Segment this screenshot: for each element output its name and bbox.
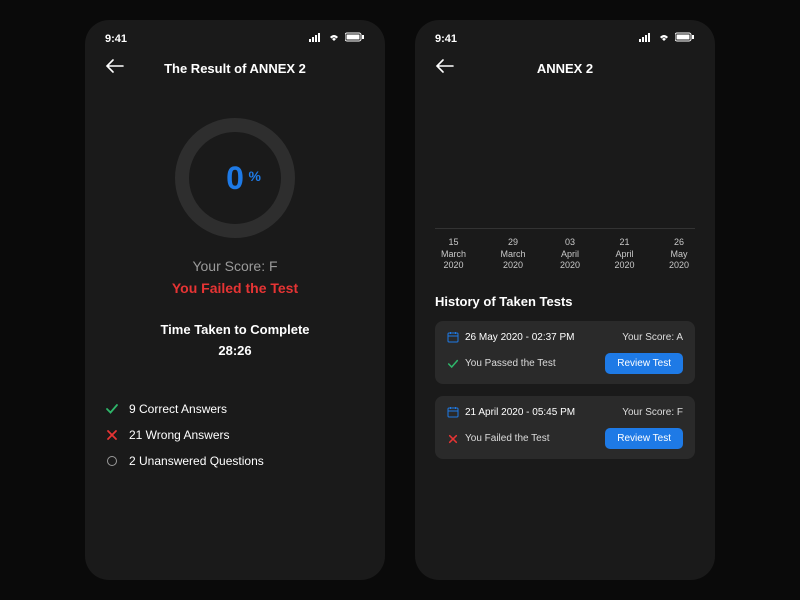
header: The Result of ANNEX 2	[85, 49, 385, 88]
wifi-icon	[657, 32, 671, 45]
check-icon	[447, 358, 459, 370]
history-title: History of Taken Tests	[435, 294, 695, 309]
history-card: 26 May 2020 - 02:37 PM Your Score: A You…	[435, 321, 695, 384]
history-status: You Passed the Test	[447, 358, 556, 370]
history-score: Your Score: A	[622, 332, 683, 343]
header: ANNEX 2	[415, 49, 715, 88]
time-value: 28:26	[105, 341, 365, 362]
review-test-button[interactable]: Review Test	[605, 353, 683, 374]
axis-tick: 15 March 2020	[441, 237, 466, 272]
calendar-icon	[447, 331, 459, 343]
page-title: ANNEX 2	[435, 61, 695, 76]
page-title: The Result of ANNEX 2	[105, 61, 365, 76]
signal-icon	[639, 32, 653, 45]
status-time: 9:41	[105, 33, 127, 45]
result-screen: 9:41 The Result of ANNEX 2 0 % You	[85, 20, 385, 580]
calendar-icon	[447, 406, 459, 418]
gauge-percent-label: %	[249, 168, 261, 184]
wifi-icon	[327, 32, 341, 45]
gauge-value: 0	[226, 160, 244, 197]
fail-message: You Failed the Test	[105, 280, 365, 296]
correct-answers-text: 9 Correct Answers	[129, 402, 227, 416]
chart-x-axis: 15 March 2020 29 March 2020 03 April 202…	[435, 228, 695, 272]
status-time: 9:41	[435, 33, 457, 45]
review-test-button[interactable]: Review Test	[605, 428, 683, 449]
axis-tick: 03 April 2020	[560, 237, 580, 272]
score-gauge: 0 %	[105, 118, 365, 238]
check-icon	[105, 402, 119, 416]
gauge-ring: 0 %	[175, 118, 295, 238]
wrong-answers-row: 21 Wrong Answers	[105, 428, 365, 442]
score-prefix: Your Score:	[192, 258, 269, 274]
history-screen: 9:41 ANNEX 2 15 March 2020 2	[415, 20, 715, 580]
history-score: Your Score: F	[622, 407, 683, 418]
unanswered-row: 2 Unanswered Questions	[105, 454, 365, 468]
unanswered-text: 2 Unanswered Questions	[129, 454, 264, 468]
status-icons	[639, 32, 695, 45]
history-date: 26 May 2020 - 02:37 PM	[447, 331, 575, 343]
correct-answers-row: 9 Correct Answers	[105, 402, 365, 416]
time-label: Time Taken to Complete	[105, 320, 365, 341]
axis-tick: 26 May 2020	[669, 237, 689, 272]
status-bar: 9:41	[85, 20, 385, 49]
battery-icon	[345, 32, 365, 45]
score-line: Your Score: F	[105, 258, 365, 274]
status-bar: 9:41	[415, 20, 715, 49]
back-button[interactable]	[435, 59, 455, 78]
battery-icon	[675, 32, 695, 45]
history-card: 21 April 2020 - 05:45 PM Your Score: F Y…	[435, 396, 695, 459]
cross-icon	[447, 433, 459, 445]
history-status: You Failed the Test	[447, 433, 550, 445]
axis-tick: 29 March 2020	[500, 237, 525, 272]
arrow-left-icon	[435, 59, 455, 73]
back-button[interactable]	[105, 59, 125, 78]
score-grade: F	[269, 258, 278, 274]
history-content: 15 March 2020 29 March 2020 03 April 202…	[415, 228, 715, 459]
signal-icon	[309, 32, 323, 45]
wrong-answers-text: 21 Wrong Answers	[129, 428, 230, 442]
circle-icon	[105, 454, 119, 468]
status-icons	[309, 32, 365, 45]
axis-tick: 21 April 2020	[614, 237, 634, 272]
cross-icon	[105, 428, 119, 442]
result-content: 0 % Your Score: F You Failed the Test Ti…	[85, 118, 385, 468]
history-date: 21 April 2020 - 05:45 PM	[447, 406, 575, 418]
time-block: Time Taken to Complete 28:26	[105, 320, 365, 362]
answers-list: 9 Correct Answers 21 Wrong Answers 2 Una…	[105, 402, 365, 468]
arrow-left-icon	[105, 59, 125, 73]
